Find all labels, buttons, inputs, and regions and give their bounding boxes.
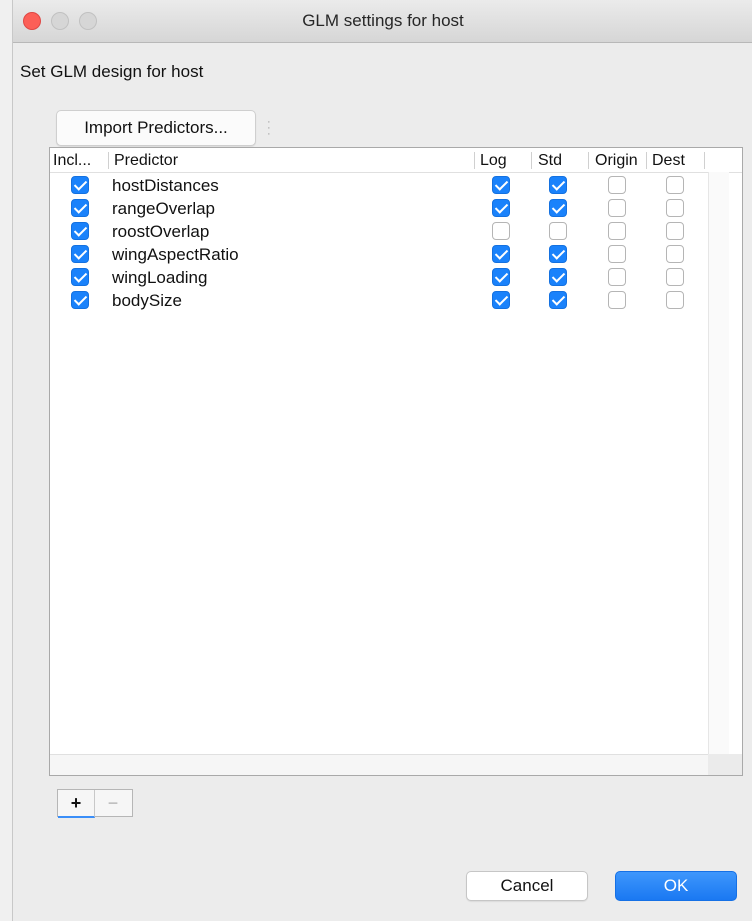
column-separator	[531, 152, 532, 169]
dest-checkbox[interactable]	[666, 199, 684, 217]
table-header: Incl... Predictor Log Std Origin Dest	[50, 148, 742, 173]
origin-checkbox[interactable]	[608, 245, 626, 263]
horizontal-scrollbar[interactable]	[50, 754, 742, 775]
column-header-origin[interactable]: Origin	[595, 150, 638, 172]
column-header-std[interactable]: Std	[538, 150, 562, 172]
log-checkbox[interactable]	[492, 222, 510, 240]
std-checkbox[interactable]	[549, 222, 567, 240]
include-checkbox[interactable]	[71, 291, 89, 309]
column-separator	[646, 152, 647, 169]
log-checkbox[interactable]	[492, 245, 510, 263]
include-checkbox[interactable]	[71, 222, 89, 240]
scroll-corner	[708, 754, 742, 775]
predictor-name: bodySize	[112, 291, 182, 310]
table-row[interactable]: bodySize	[50, 289, 710, 312]
std-checkbox[interactable]	[549, 176, 567, 194]
remove-predictor-button[interactable]: −	[95, 790, 131, 816]
origin-checkbox[interactable]	[608, 291, 626, 309]
vertical-scrollbar[interactable]	[708, 172, 729, 754]
column-separator	[704, 152, 705, 169]
cancel-button[interactable]: Cancel	[466, 871, 588, 901]
toolbar-grip-icon: · · ·	[267, 116, 271, 140]
predictor-name: wingLoading	[112, 268, 208, 287]
column-separator	[474, 152, 475, 169]
dest-checkbox[interactable]	[666, 222, 684, 240]
std-checkbox[interactable]	[549, 268, 567, 286]
origin-checkbox[interactable]	[608, 199, 626, 217]
origin-checkbox[interactable]	[608, 222, 626, 240]
table-row[interactable]: wingAspectRatio	[50, 243, 710, 266]
ok-button[interactable]: OK	[615, 871, 737, 901]
include-checkbox[interactable]	[71, 176, 89, 194]
add-remove-control: + −	[57, 789, 133, 818]
predictor-name: wingAspectRatio	[112, 245, 239, 264]
column-header-include[interactable]: Incl...	[53, 150, 91, 172]
column-header-dest[interactable]: Dest	[652, 150, 685, 172]
import-predictors-button[interactable]: Import Predictors...	[56, 110, 256, 146]
std-checkbox[interactable]	[549, 245, 567, 263]
predictor-table: Incl... Predictor Log Std Origin Dest ho…	[49, 147, 743, 776]
column-header-predictor[interactable]: Predictor	[114, 150, 178, 172]
include-checkbox[interactable]	[71, 245, 89, 263]
dialog-heading: Set GLM design for host	[20, 62, 204, 81]
log-checkbox[interactable]	[492, 268, 510, 286]
dest-checkbox[interactable]	[666, 291, 684, 309]
dest-checkbox[interactable]	[666, 268, 684, 286]
std-checkbox[interactable]	[549, 199, 567, 217]
log-checkbox[interactable]	[492, 199, 510, 217]
predictor-name: roostOverlap	[112, 222, 210, 241]
table-row[interactable]: hostDistances	[50, 174, 710, 197]
table-row[interactable]: wingLoading	[50, 266, 710, 289]
std-checkbox[interactable]	[549, 291, 567, 309]
column-header-log[interactable]: Log	[480, 150, 507, 172]
predictor-name: hostDistances	[112, 176, 219, 195]
predictor-name: rangeOverlap	[112, 199, 216, 218]
include-checkbox[interactable]	[71, 199, 89, 217]
add-predictor-button[interactable]: +	[58, 790, 95, 818]
dest-checkbox[interactable]	[666, 245, 684, 263]
origin-checkbox[interactable]	[608, 268, 626, 286]
column-separator	[588, 152, 589, 169]
window-title: GLM settings for host	[302, 11, 464, 30]
log-checkbox[interactable]	[492, 291, 510, 309]
include-checkbox[interactable]	[71, 268, 89, 286]
table-row[interactable]: roostOverlap	[50, 220, 710, 243]
log-checkbox[interactable]	[492, 176, 510, 194]
column-separator	[108, 152, 109, 169]
title-bar[interactable]: GLM settings for host	[13, 0, 752, 43]
origin-checkbox[interactable]	[608, 176, 626, 194]
dialog-window: GLM settings for host Set GLM design for…	[12, 0, 752, 921]
table-row[interactable]: rangeOverlap	[50, 197, 710, 220]
dest-checkbox[interactable]	[666, 176, 684, 194]
